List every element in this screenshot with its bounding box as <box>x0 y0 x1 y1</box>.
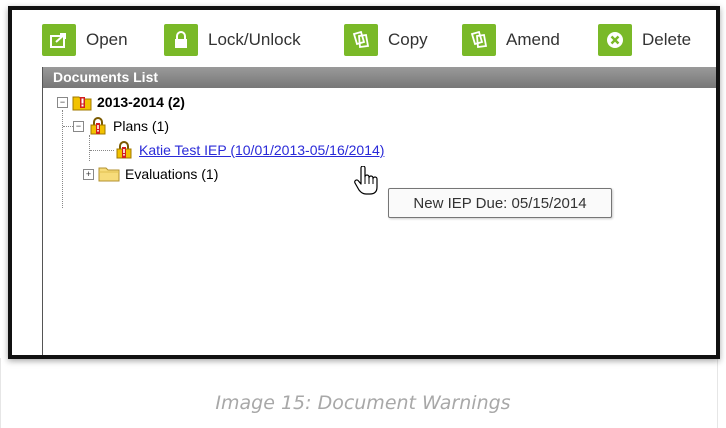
panel-title: Documents List <box>43 67 716 88</box>
copy-label: Copy <box>388 30 428 49</box>
tree-node-evaluations[interactable]: + Evaluations (1) <box>57 164 218 184</box>
expand-toggle[interactable]: + <box>83 168 94 180</box>
evaluations-node-label: Evaluations (1) <box>125 166 219 182</box>
warning-folder-icon <box>72 96 92 111</box>
copy-icon <box>344 24 378 56</box>
tree-node-plans[interactable]: − Plans (1) <box>63 116 169 136</box>
image-caption: Image 15: Document Warnings <box>215 392 511 414</box>
amend-label: Amend <box>506 30 560 49</box>
lock-unlock-button[interactable]: Lock/Unlock <box>164 24 301 56</box>
plans-node-label: Plans (1) <box>113 118 170 134</box>
hand-cursor-icon <box>354 166 378 195</box>
delete-label: Delete <box>642 30 692 49</box>
warning-tooltip: New IEP Due: 05/15/2014 <box>388 188 612 218</box>
lock-unlock-label: Lock/Unlock <box>208 30 301 49</box>
tree-connector <box>63 125 73 127</box>
tree-node-year[interactable]: − 2013-2014 (2) <box>57 92 185 112</box>
documents-panel: Documents List − 2013-2014 (2) − Plans (… <box>42 67 716 355</box>
open-label: Open <box>86 30 128 49</box>
locked-warning-icon <box>90 117 106 135</box>
locked-warning-icon <box>116 141 132 159</box>
toolbar: Open Lock/Unlock Copy Amend Delete <box>12 10 716 64</box>
document-link[interactable]: Katie Test IEP (10/01/2013-05/16/2014) <box>139 142 384 158</box>
collapse-toggle[interactable]: − <box>57 96 68 108</box>
copy-button[interactable]: Copy <box>344 24 428 56</box>
year-node-label: 2013-2014 (2) <box>97 94 185 110</box>
tree-connector <box>90 149 114 151</box>
documents-tree: − 2013-2014 (2) − Plans (1) Katie Test I… <box>43 88 716 355</box>
app-window: Open Lock/Unlock Copy Amend Delete Docum… <box>8 6 720 359</box>
open-button[interactable]: Open <box>42 24 128 56</box>
amend-button[interactable]: Amend <box>462 24 560 56</box>
delete-button[interactable]: Delete <box>598 24 691 56</box>
tree-node-document[interactable]: Katie Test IEP (10/01/2013-05/16/2014) <box>90 140 384 160</box>
delete-icon <box>598 24 632 56</box>
collapse-toggle[interactable]: − <box>73 120 84 132</box>
lock-icon <box>164 24 198 56</box>
amend-icon <box>462 24 496 56</box>
folder-icon <box>98 167 120 182</box>
open-icon <box>42 24 76 56</box>
